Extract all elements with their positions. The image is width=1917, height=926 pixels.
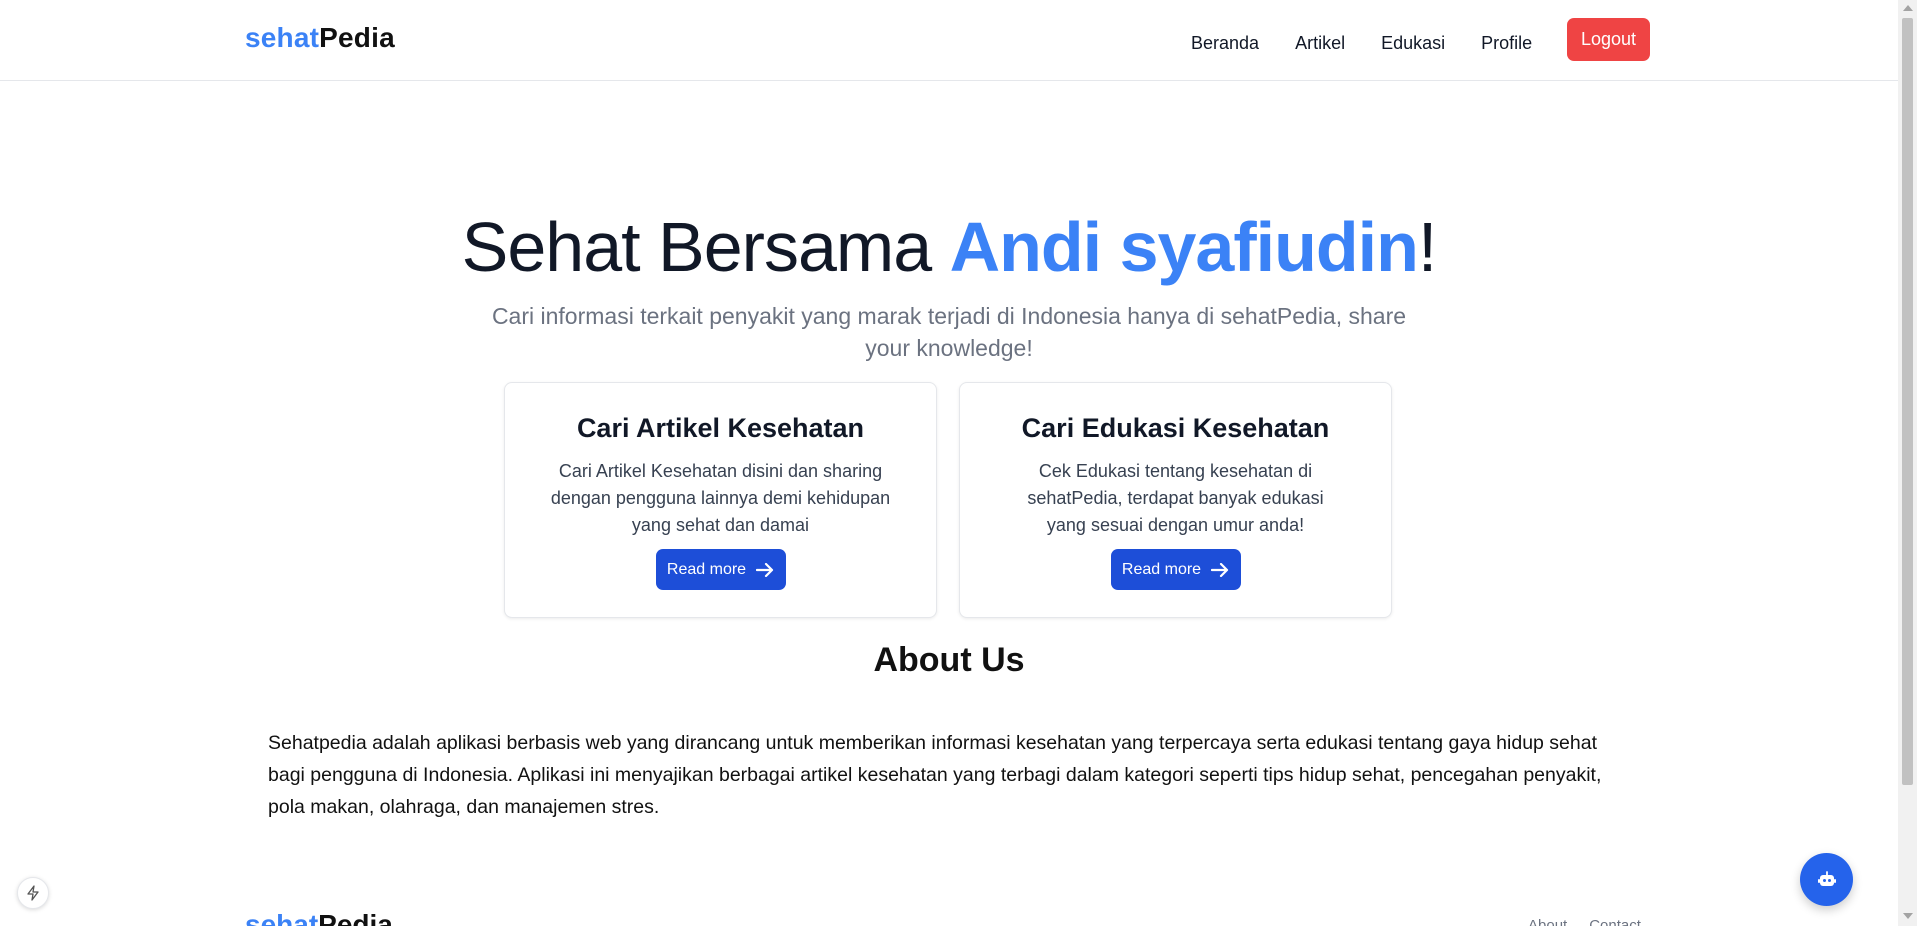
scroll-down-arrow-icon[interactable]: [1903, 913, 1913, 919]
card-edukasi: Cari Edukasi Kesehatan Cek Edukasi tenta…: [959, 382, 1392, 618]
card-description: Cek Edukasi tentang kesehatan di sehatPe…: [1027, 461, 1324, 535]
scroll-up-arrow-icon[interactable]: [1903, 5, 1913, 11]
nav-link-edukasi[interactable]: Edukasi: [1381, 33, 1445, 54]
nav-links: Beranda Artikel Edukasi Profile: [1191, 33, 1568, 54]
footer-links: About Contact: [1528, 917, 1641, 926]
hero-title-suffix: !: [1417, 208, 1437, 286]
footer-logo-part1: sehat: [245, 909, 319, 926]
nav-link-beranda[interactable]: Beranda: [1191, 33, 1259, 54]
hero-user-name: Andi syafiudin: [949, 208, 1419, 286]
hero-title: Sehat Bersama Andi syafiudin!: [0, 207, 1898, 287]
card-description: Cari Artikel Kesehatan disini dan sharin…: [550, 461, 891, 535]
scrollbar-thumb[interactable]: [1902, 18, 1913, 785]
hero-subtitle: Cari informasi terkait penyakit yang mar…: [491, 303, 1407, 361]
robot-icon: [1817, 870, 1836, 886]
dev-tools-badge[interactable]: [17, 877, 49, 909]
read-more-artikel-button[interactable]: Read more: [655, 549, 786, 590]
nav-link-profile[interactable]: Profile: [1481, 33, 1532, 54]
read-more-label: Read more: [1121, 560, 1202, 578]
page-scrollbar[interactable]: [1898, 0, 1917, 926]
footer-link-about[interactable]: About: [1528, 917, 1567, 926]
card-title: Cari Edukasi Kesehatan: [1021, 413, 1330, 443]
card-artikel: Cari Artikel Kesehatan Cari Artikel Kese…: [504, 382, 937, 618]
card-title: Cari Artikel Kesehatan: [576, 413, 865, 443]
brand-logo-part1: sehat: [245, 22, 320, 53]
about-text: Sehatpedia adalah aplikasi berbasis web …: [268, 732, 1602, 818]
footer-link-contact[interactable]: Contact: [1589, 917, 1641, 926]
about-title: About Us: [873, 641, 1025, 679]
navbar: sehatPedia Beranda Artikel Edukasi Profi…: [0, 0, 1898, 81]
chatbot-button[interactable]: [1800, 853, 1853, 906]
arrow-right-icon: [756, 562, 774, 577]
hero-title-prefix: Sehat Bersama: [461, 208, 950, 286]
footer-logo-part2: Pedia: [318, 909, 393, 926]
arrow-right-icon: [1211, 562, 1229, 577]
brand-logo-part2: Pedia: [319, 22, 395, 53]
read-more-edukasi-button[interactable]: Read more: [1110, 549, 1241, 590]
brand-logo[interactable]: sehatPedia: [245, 22, 395, 54]
lightning-icon: [27, 885, 39, 901]
logout-button[interactable]: Logout: [1567, 18, 1650, 61]
nav-link-artikel[interactable]: Artikel: [1295, 33, 1345, 54]
read-more-label: Read more: [666, 560, 747, 578]
footer-logo[interactable]: sehatPedia: [245, 909, 393, 926]
